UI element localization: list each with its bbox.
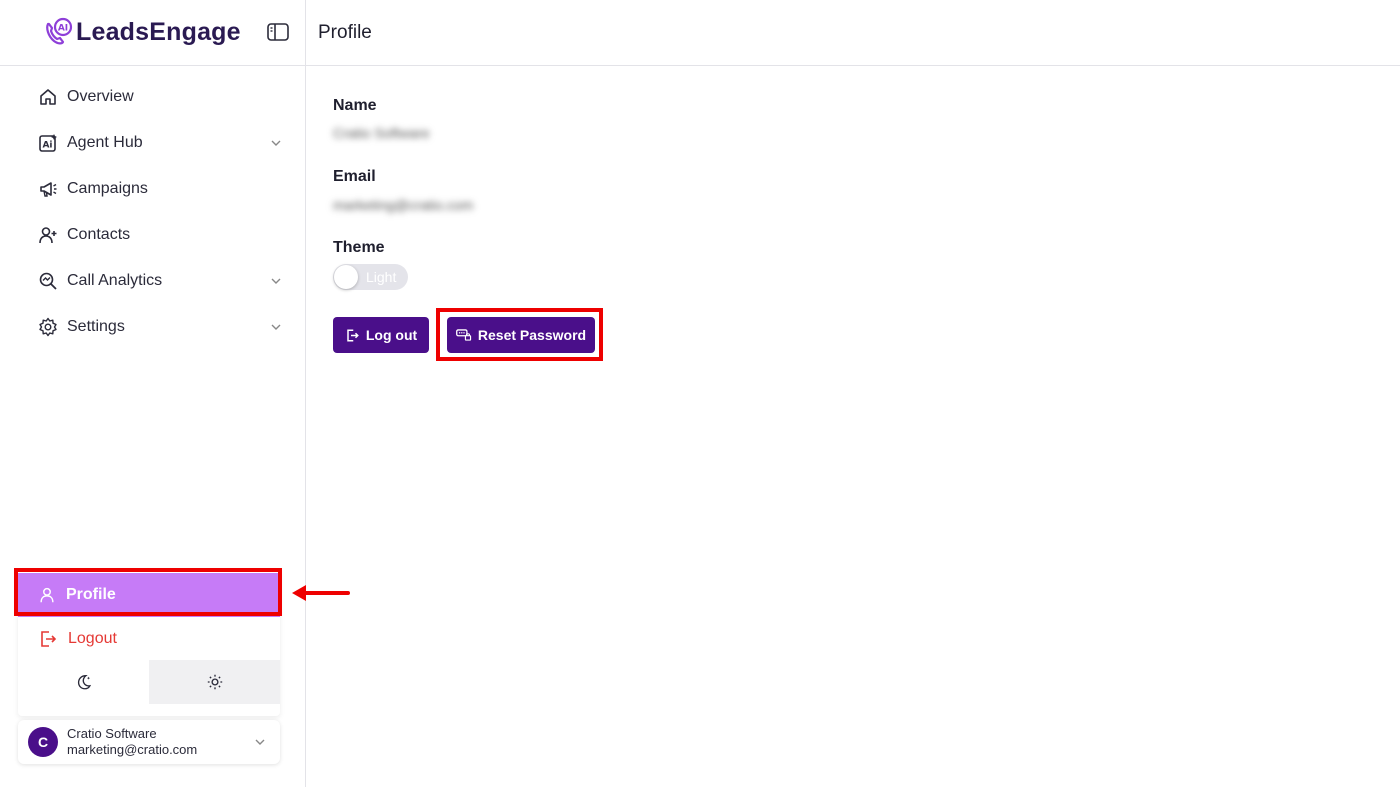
user-name: Cratio Software	[67, 726, 157, 741]
menu-item-label: Logout	[68, 630, 117, 647]
reset-password-button[interactable]: Reset Password	[447, 317, 595, 353]
sidebar-item-label: Campaigns	[67, 180, 148, 197]
menu-item-profile[interactable]: Profile	[18, 573, 280, 617]
user-account-card[interactable]: C Cratio Software marketing@cratio.com	[18, 720, 280, 764]
user-email: marketing@cratio.com	[67, 742, 198, 757]
gear-icon	[38, 317, 58, 337]
sidebar-item-agent-hub[interactable]: Ai Agent Hub	[24, 120, 294, 166]
moon-icon	[77, 675, 91, 690]
brand-name: LeadsEngage	[76, 17, 241, 46]
chevron-down-icon[interactable]	[254, 736, 266, 748]
sidebar-item-overview[interactable]: Overview	[24, 74, 294, 120]
megaphone-icon	[38, 179, 58, 199]
ai-icon: Ai	[38, 133, 58, 153]
toggle-knob	[334, 265, 358, 289]
sidebar-item-settings[interactable]: Settings	[24, 304, 294, 350]
light-mode-button[interactable]	[149, 660, 280, 704]
dark-mode-button[interactable]	[18, 660, 149, 704]
logo-icon: AI	[46, 17, 73, 45]
svg-text:Ai: Ai	[42, 141, 52, 151]
email-value: marketing@cratio.com	[333, 197, 474, 213]
profile-panel: Name Cratio Software Email marketing@cra…	[306, 66, 1400, 787]
theme-label: Theme	[333, 239, 385, 256]
menu-item-label: Profile	[66, 586, 116, 603]
sidebar-item-contacts[interactable]: Contacts	[24, 212, 294, 258]
logout-icon	[347, 329, 359, 341]
chevron-down-icon[interactable]	[270, 321, 282, 333]
theme-toggle[interactable]: Light	[333, 264, 408, 290]
email-label: Email	[333, 168, 376, 185]
user-icon	[40, 587, 54, 603]
name-label: Name	[333, 97, 377, 114]
logout-button[interactable]: Log out	[333, 317, 429, 353]
sun-icon	[207, 674, 222, 690]
chevron-down-icon[interactable]	[270, 137, 282, 149]
logout-button-label: Log out	[365, 327, 418, 343]
page-title: Profile	[318, 22, 372, 43]
sidebar-toggle-icon[interactable]	[266, 22, 290, 42]
theme-mode-switch	[18, 660, 280, 704]
reset-password-button-label: Reset Password	[477, 327, 587, 343]
chevron-down-icon[interactable]	[270, 275, 282, 287]
top-bar: Profile	[306, 0, 1400, 66]
sidebar-item-label: Overview	[67, 88, 134, 105]
sidebar-nav: Overview Ai Agent Hub Campaigns Contacts…	[24, 74, 294, 350]
user-plus-icon	[38, 225, 58, 245]
sidebar-item-campaigns[interactable]: Campaigns	[24, 166, 294, 212]
sidebar-item-label: Settings	[67, 318, 125, 335]
avatar: C	[28, 727, 58, 757]
menu-item-logout[interactable]: Logout	[18, 617, 280, 661]
password-icon	[455, 329, 472, 341]
name-value: Cratio Software	[333, 125, 430, 141]
home-icon	[38, 87, 58, 107]
theme-toggle-label: Light	[366, 269, 397, 285]
svg-text:AI: AI	[58, 24, 68, 34]
user-menu-popup: Profile Logout	[18, 570, 280, 716]
app: AI LeadsEngage Overview Ai Agent Hub Cam…	[0, 0, 1400, 787]
sidebar-item-label: Contacts	[67, 226, 131, 243]
sidebar-item-label: Agent Hub	[67, 134, 143, 151]
sidebar-item-label: Call Analytics	[67, 272, 163, 289]
sidebar-item-call-analytics[interactable]: Call Analytics	[24, 258, 294, 304]
logout-icon	[41, 631, 57, 647]
logo[interactable]: AI LeadsEngage	[42, 16, 241, 48]
sidebar: AI LeadsEngage Overview Ai Agent Hub Cam…	[0, 0, 306, 787]
brand-header: AI LeadsEngage	[0, 0, 306, 66]
analytics-icon	[38, 271, 58, 291]
